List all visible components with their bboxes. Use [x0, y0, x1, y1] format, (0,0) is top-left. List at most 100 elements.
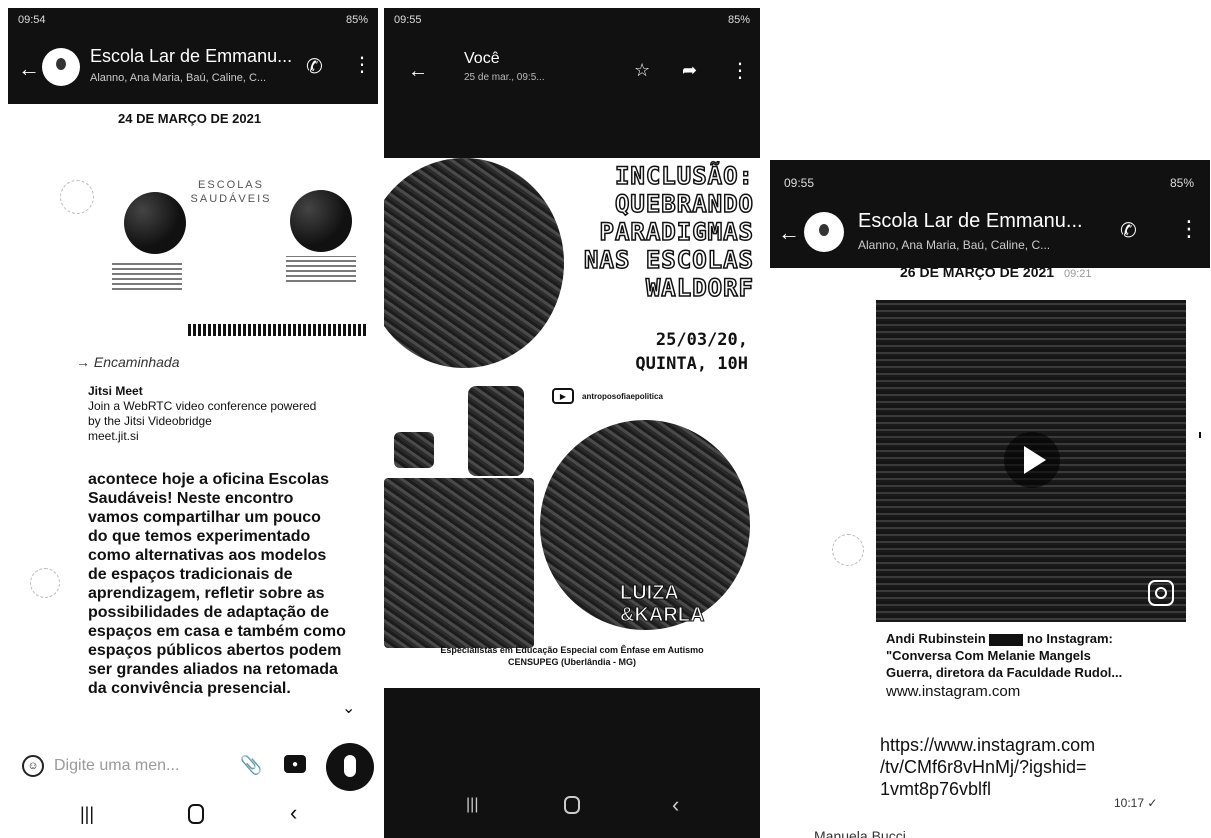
add-call-icon[interactable]: ✆	[1120, 218, 1137, 243]
link-desc-2: by the Jitsi Videobridge	[88, 414, 212, 428]
message-line: da convivência presencial.	[88, 680, 291, 697]
poster-title-line: INCLUSÃO:	[614, 161, 754, 191]
link-desc-1: Join a WebRTC video conference powered	[88, 399, 317, 413]
message-input[interactable]: Digite uma men...	[54, 757, 179, 775]
url-line: /tv/CMf6r8vHnMj/?igshid=	[880, 757, 1087, 777]
message-line: vamos compartilhar um pouco	[88, 509, 321, 526]
recent-apps-icon[interactable]: |||	[466, 796, 478, 814]
more-menu-icon[interactable]: ⋮	[730, 58, 750, 83]
date-header-text: 26 DE MARÇO DE 2021	[900, 264, 1055, 280]
home-icon[interactable]	[564, 796, 580, 814]
link-title-line: Guerra, diretora da Faculdade Rudol...	[886, 665, 1123, 680]
scroll-down-icon[interactable]: ⌄	[342, 698, 355, 718]
poster-footer: Especialistas em Educação Especial com Ê…	[384, 644, 760, 668]
edge-mark	[1199, 432, 1201, 438]
call-icon[interactable]: ✆	[306, 54, 323, 79]
message-input-bar: ☺ Digite uma men... 📎 ●	[8, 743, 378, 795]
poster-photo-top	[384, 158, 564, 368]
link-title: Andi Rubinstein no Instagram:	[886, 630, 1206, 647]
message-line: Saudáveis! Neste encontro	[88, 490, 294, 507]
date-header-time: 09:21	[1063, 268, 1092, 280]
poster-handle: antroposofiaepolitica	[582, 392, 663, 401]
left-status-bar: 09:54 85%	[8, 8, 378, 34]
decorative-circle	[60, 180, 94, 214]
chat-title[interactable]: Escola Lar de Emmanu...	[858, 210, 1083, 233]
escolas-saudaveis-poster[interactable]: ESCOLAS SAUDÁVEIS	[98, 148, 368, 338]
sender-name: Você	[464, 50, 500, 67]
url-line: https://www.instagram.com	[880, 735, 1096, 755]
poster-portrait-right	[290, 190, 352, 252]
more-menu-icon[interactable]: ⋮	[1178, 216, 1200, 242]
middle-screenshot: 09:55 85% ← Você 25 de mar., 09:5... ☆ ➦…	[384, 8, 760, 838]
back-arrow-icon[interactable]: ←	[778, 220, 800, 246]
poster-date: 25/03/20,	[655, 330, 748, 350]
link-preview[interactable]: Andi Rubinstein no Instagram: "Conversa …	[886, 630, 1206, 700]
link-domain: www.instagram.com	[886, 683, 1021, 700]
left-nav-bar: ||| ‹	[8, 798, 378, 838]
instagram-icon	[1148, 580, 1174, 606]
star-icon[interactable]: ☆	[634, 60, 650, 81]
date-header: 26 DE MARÇO DE 2021 09:21	[900, 264, 1091, 280]
camera-icon[interactable]: ●	[284, 755, 306, 773]
link-title-line: "Conversa Com Melanie Mangels	[886, 648, 1091, 663]
group-avatar[interactable]	[804, 212, 844, 252]
back-nav-icon[interactable]: ‹	[290, 800, 297, 826]
back-arrow-icon[interactable]: ←	[408, 60, 428, 83]
status-time: 09:55	[784, 176, 815, 190]
link-url: meet.jit.si	[88, 429, 139, 443]
poster-footer-2: CENSUPEG (Uberlândia - MG)	[507, 657, 636, 667]
back-arrow-icon[interactable]: ←	[18, 56, 40, 82]
puzzle-piece	[384, 478, 534, 648]
home-icon[interactable]	[188, 804, 204, 824]
middle-header: 09:55 85% ← Você 25 de mar., 09:5... ☆ ➦…	[384, 8, 760, 158]
instagram-video-thumbnail[interactable]	[876, 300, 1186, 622]
right-status-bar: 09:55 85%	[784, 176, 1194, 190]
url-message[interactable]: https://www.instagram.com /tv/CMf6r8vHnM…	[880, 734, 1200, 800]
middle-status-bar: 09:55 85%	[394, 14, 750, 26]
poster-title-block: INCLUSÃO: QUEBRANDO PARADIGMAS NAS ESCOL…	[583, 161, 754, 303]
share-icon[interactable]: ➦	[682, 60, 697, 81]
poster-title-line: NAS ESCOLAS	[583, 245, 754, 275]
cut-off-text: Manuela Bucci	[814, 828, 906, 838]
poster-title-line: PARADIGMAS	[599, 217, 754, 247]
date-header: 24 DE MARÇO DE 2021	[118, 111, 262, 126]
message-line: acontece hoje a oficina Escolas	[88, 471, 329, 488]
chat-members: Alanno, Ana Maria, Baú, Caline, C...	[858, 238, 1051, 252]
mic-button[interactable]	[326, 743, 374, 791]
emoji-icon[interactable]: ☺	[22, 755, 44, 777]
recent-apps-icon[interactable]: |||	[80, 804, 94, 825]
poster-portrait-left	[124, 192, 186, 254]
emoji-badge	[989, 633, 1024, 646]
left-chat-header: ← Escola Lar de Emmanu... Alanno, Ana Ma…	[8, 34, 378, 104]
inclusao-poster[interactable]: INCLUSÃO: QUEBRANDO PARADIGMAS NAS ESCOL…	[384, 158, 760, 688]
middle-bottom-bar: ||| ‹	[384, 688, 760, 838]
forward-icon: →	[76, 354, 94, 370]
message-line: de espaços tradicionais de	[88, 566, 293, 583]
poster-title: ESCOLAS SAUDÁVEIS	[190, 179, 272, 205]
chat-members: Alanno, Ana Maria, Baú, Caline, C...	[90, 72, 267, 84]
youtube-icon: ▶	[552, 388, 574, 404]
decorative-circle	[832, 534, 864, 566]
link-preview[interactable]: Jitsi Meet Join a WebRTC video conferenc…	[88, 384, 368, 444]
status-time: 09:54	[18, 14, 46, 26]
link-title-part: Andi Rubinstein	[886, 631, 986, 646]
forwarded-label: → Encaminhada	[76, 354, 180, 370]
message-text: acontece hoje a oficina Escolas Saudávei…	[88, 470, 378, 698]
chat-title[interactable]: Escola Lar de Emmanu...	[90, 46, 292, 67]
link-title-part: no Instagram:	[1026, 631, 1113, 646]
back-nav-icon[interactable]: ‹	[672, 792, 679, 818]
status-time: 09:55	[394, 14, 422, 26]
attach-icon[interactable]: 📎	[240, 755, 262, 776]
sent-time: 25 de mar., 09:5...	[464, 72, 545, 83]
play-button[interactable]	[1004, 432, 1060, 488]
poster-footer-1: Especialistas em Educação Especial com Ê…	[440, 645, 704, 655]
more-menu-icon[interactable]: ⋮	[352, 52, 372, 77]
status-battery: 85%	[345, 14, 368, 26]
play-icon	[1024, 446, 1046, 474]
puzzle-piece	[468, 386, 524, 476]
puzzle-piece	[394, 432, 434, 468]
message-line: ser grandes aliados na retomada	[88, 661, 338, 678]
poster-names: LUIZA &KARLA	[619, 582, 704, 627]
group-avatar[interactable]	[42, 48, 80, 86]
poster-title-line: WALDORF	[645, 273, 754, 303]
